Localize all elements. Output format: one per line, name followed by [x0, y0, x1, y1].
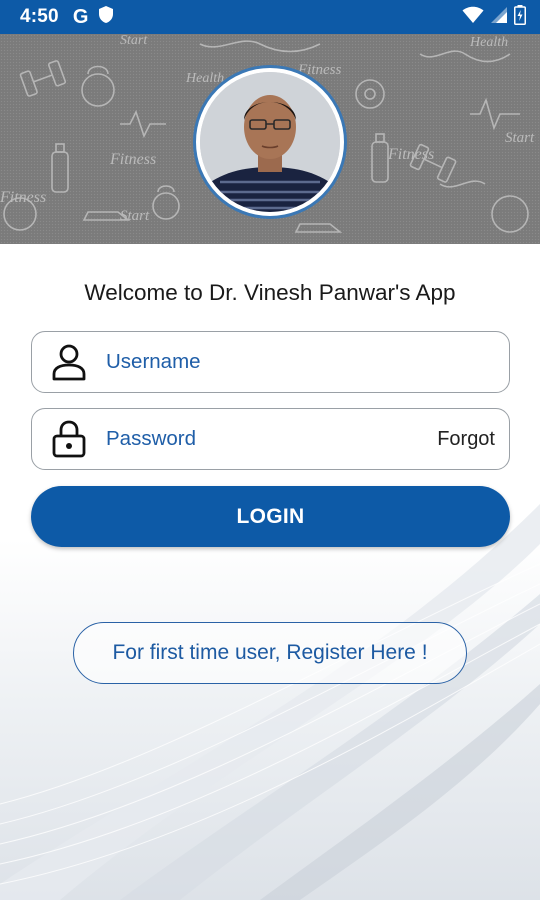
- status-bar: 4:50 G: [0, 0, 540, 34]
- password-input[interactable]: [106, 427, 438, 451]
- shield-icon: [98, 5, 114, 29]
- svg-text:Fitness: Fitness: [387, 146, 434, 163]
- status-right-icons: [462, 4, 526, 30]
- forgot-password-link[interactable]: Forgot: [437, 428, 495, 451]
- register-button[interactable]: For first time user, Register Here !: [73, 622, 467, 684]
- username-input[interactable]: [106, 350, 509, 374]
- avatar-ring: [193, 65, 347, 219]
- signal-icon: [490, 6, 508, 29]
- username-field[interactable]: [31, 331, 510, 393]
- status-left-icons: G: [73, 5, 115, 29]
- svg-text:Start: Start: [120, 34, 148, 48]
- svg-text:Start: Start: [120, 208, 150, 224]
- header-banner: Fitness Fitness Fitness Fitness Start St…: [0, 34, 540, 244]
- welcome-title: Welcome to Dr. Vinesh Panwar's App: [84, 280, 456, 305]
- svg-text:Health: Health: [469, 35, 508, 50]
- google-icon: G: [72, 5, 89, 28]
- password-field[interactable]: Forgot: [31, 408, 510, 470]
- lock-icon: [32, 409, 106, 469]
- status-time: 4:50: [20, 6, 59, 27]
- battery-icon: [514, 4, 526, 30]
- doctor-profile-photo: [200, 72, 340, 212]
- person-icon: [32, 332, 106, 392]
- svg-text:Start: Start: [505, 130, 535, 146]
- wifi-icon: [462, 6, 484, 29]
- svg-text:Fitness: Fitness: [109, 151, 156, 168]
- svg-text:Fitness: Fitness: [0, 189, 46, 206]
- login-button[interactable]: LOGIN: [31, 486, 510, 547]
